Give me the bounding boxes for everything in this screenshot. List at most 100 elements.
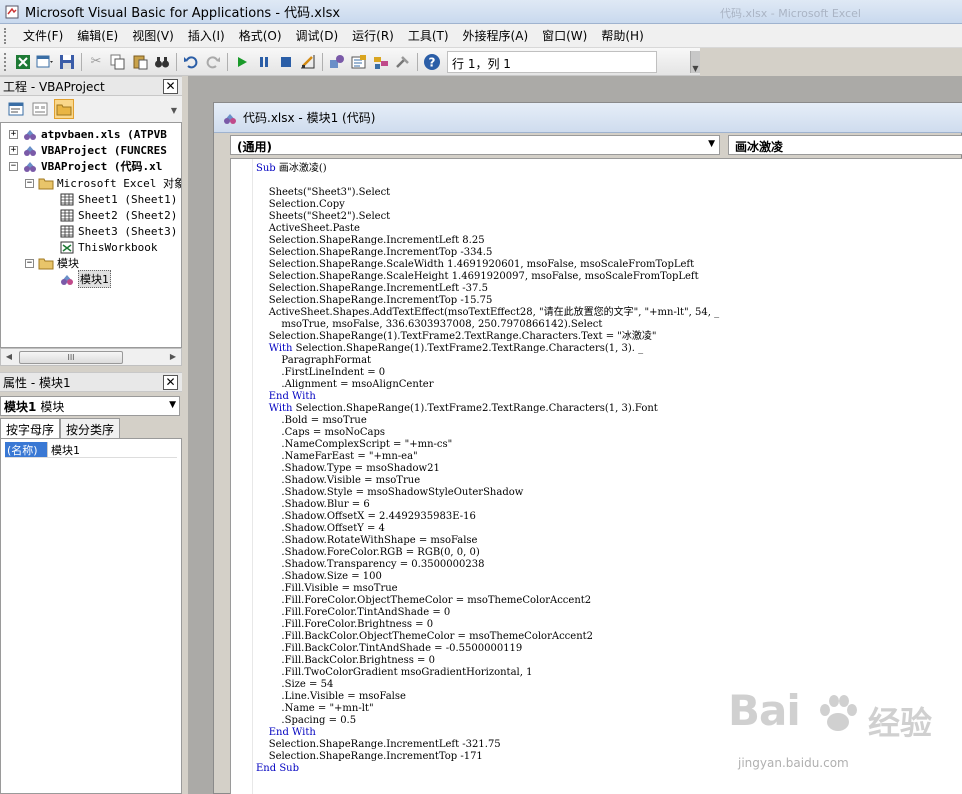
properties-object-dropdown[interactable]: 模块1 模块 ▼ bbox=[0, 396, 180, 416]
toolbar-options-grip[interactable]: ▼ bbox=[690, 51, 700, 73]
collapse-icon[interactable]: − bbox=[9, 161, 18, 171]
tree-item-sheet3[interactable]: Sheet3 (Sheet3) bbox=[59, 223, 177, 239]
help-button[interactable]: ? bbox=[421, 51, 443, 73]
code-line[interactable]: .Fill.TwoColorGradient msoGradientHorizo… bbox=[256, 667, 956, 679]
toolbox-button[interactable] bbox=[392, 51, 414, 73]
code-line[interactable]: .Shadow.Type = msoShadow21 bbox=[256, 463, 956, 475]
menu-window[interactable]: 窗口(W) bbox=[535, 27, 594, 44]
code-line[interactable]: .Spacing = 0.5 bbox=[256, 715, 956, 727]
code-line[interactable]: .NameComplexScript = "+mn-cs" bbox=[256, 439, 956, 451]
code-line[interactable]: End With bbox=[256, 391, 956, 403]
tree-item-modules[interactable]: − 模块 bbox=[25, 255, 79, 271]
tree-item-sheet1[interactable]: Sheet1 (Sheet1) bbox=[59, 191, 177, 207]
project-explorer-button[interactable] bbox=[326, 51, 348, 73]
scroll-left-icon[interactable]: ◀ bbox=[1, 349, 17, 365]
code-line[interactable]: .Fill.ForeColor.ObjectThemeColor = msoTh… bbox=[256, 595, 956, 607]
code-line[interactable]: .NameFarEast = "+mn-ea" bbox=[256, 451, 956, 463]
code-line[interactable]: End With bbox=[256, 727, 956, 739]
run-button[interactable] bbox=[231, 51, 253, 73]
save-button[interactable] bbox=[56, 51, 78, 73]
design-mode-button[interactable] bbox=[297, 51, 319, 73]
code-window-titlebar[interactable]: 代码.xlsx - 模块1 (代码) bbox=[214, 103, 962, 133]
code-line[interactable]: Selection.ShapeRange.ScaleHeight 1.46919… bbox=[256, 271, 956, 283]
code-line[interactable]: Selection.ShapeRange.IncrementTop -171 bbox=[256, 751, 956, 763]
toolbar-grip[interactable] bbox=[4, 52, 8, 71]
code-line[interactable]: .Shadow.OffsetX = 2.4492935983E-16 bbox=[256, 511, 956, 523]
menu-format[interactable]: 格式(O) bbox=[232, 27, 289, 44]
tree-item-sheet2[interactable]: Sheet2 (Sheet2) bbox=[59, 207, 177, 223]
view-object-button[interactable] bbox=[30, 99, 50, 119]
collapse-icon[interactable]: − bbox=[25, 178, 34, 188]
code-line[interactable]: ParagraphFormat bbox=[256, 355, 956, 367]
view-code-button[interactable] bbox=[6, 99, 26, 119]
code-line[interactable]: Selection.ShapeRange(1).TextFrame2.TextR… bbox=[256, 331, 956, 343]
code-margin-indicator-bar[interactable] bbox=[231, 159, 253, 794]
code-editor[interactable]: Sub 画冰激凌() Sheets("Sheet3").Select Selec… bbox=[230, 158, 962, 794]
tab-categorized[interactable]: 按分类序 bbox=[60, 418, 121, 438]
code-line[interactable]: Selection.ShapeRange.IncrementLeft -321.… bbox=[256, 739, 956, 751]
view-excel-button[interactable] bbox=[12, 51, 34, 73]
properties-window-button[interactable] bbox=[348, 51, 370, 73]
scroll-right-icon[interactable]: ▶ bbox=[165, 349, 181, 365]
toggle-folders-button[interactable] bbox=[54, 99, 74, 119]
property-value[interactable]: 模块1 bbox=[47, 442, 80, 457]
code-line[interactable]: Selection.ShapeRange.IncrementTop -334.5 bbox=[256, 247, 956, 259]
code-line[interactable]: With Selection.ShapeRange(1).TextFrame2.… bbox=[256, 403, 956, 415]
menu-addins[interactable]: 外接程序(A) bbox=[456, 27, 536, 44]
tree-item-module1[interactable]: 模块1 bbox=[59, 270, 111, 288]
code-line[interactable] bbox=[256, 175, 956, 187]
code-line[interactable]: .Shadow.Size = 100 bbox=[256, 571, 956, 583]
code-line[interactable]: .Shadow.Style = msoShadowStyleOuterShado… bbox=[256, 487, 956, 499]
find-button[interactable] bbox=[151, 51, 173, 73]
tree-item-atpvbaen[interactable]: + atpvbaen.xls (ATPVB bbox=[9, 126, 167, 142]
menu-edit[interactable]: 编辑(E) bbox=[70, 27, 125, 44]
code-line[interactable]: .Caps = msoNoCaps bbox=[256, 427, 956, 439]
project-pane-close-button[interactable]: ✕ bbox=[163, 79, 178, 94]
title-bar[interactable]: Microsoft Visual Basic for Applications … bbox=[0, 0, 962, 24]
code-line[interactable]: Sub 画冰激凌() bbox=[256, 163, 956, 175]
code-line[interactable]: Sheets("Sheet2").Select bbox=[256, 211, 956, 223]
code-line[interactable]: .FirstLineIndent = 0 bbox=[256, 367, 956, 379]
property-row[interactable]: (名称) 模块1 bbox=[5, 442, 177, 458]
menu-run[interactable]: 运行(R) bbox=[345, 27, 401, 44]
code-line[interactable]: .Bold = msoTrue bbox=[256, 415, 956, 427]
menu-help[interactable]: 帮助(H) bbox=[594, 27, 650, 44]
object-dropdown[interactable]: (通用) ▼ bbox=[230, 135, 720, 155]
copy-button[interactable] bbox=[107, 51, 129, 73]
collapse-icon[interactable]: − bbox=[25, 258, 34, 268]
code-line[interactable]: .Fill.BackColor.ObjectThemeColor = msoTh… bbox=[256, 631, 956, 643]
tree-item-code-project[interactable]: − VBAProject (代码.xl bbox=[9, 158, 162, 174]
tree-item-excel-objects[interactable]: − Microsoft Excel 对象 bbox=[25, 175, 181, 191]
code-line[interactable]: .Shadow.RotateWithShape = msoFalse bbox=[256, 535, 956, 547]
insert-userform-button[interactable] bbox=[34, 51, 56, 73]
expand-icon[interactable]: + bbox=[9, 145, 18, 155]
break-button[interactable] bbox=[253, 51, 275, 73]
menu-insert[interactable]: 插入(I) bbox=[181, 27, 232, 44]
tree-item-funcres[interactable]: + VBAProject (FUNCRES bbox=[9, 142, 167, 158]
redo-button[interactable] bbox=[202, 51, 224, 73]
expand-icon[interactable]: + bbox=[9, 129, 18, 139]
undo-button[interactable] bbox=[180, 51, 202, 73]
code-line[interactable]: msoTrue, msoFalse, 336.6303937008, 250.7… bbox=[256, 319, 956, 331]
code-line[interactable]: Sheets("Sheet3").Select bbox=[256, 187, 956, 199]
code-line[interactable]: Selection.ShapeRange.IncrementTop -15.75 bbox=[256, 295, 956, 307]
menu-file[interactable]: 文件(F) bbox=[16, 27, 70, 44]
code-line[interactable]: With Selection.ShapeRange(1).TextFrame2.… bbox=[256, 343, 956, 355]
code-line[interactable]: .Shadow.Visible = msoTrue bbox=[256, 475, 956, 487]
code-line[interactable]: Selection.ShapeRange.IncrementLeft 8.25 bbox=[256, 235, 956, 247]
code-line[interactable]: .Fill.ForeColor.TintAndShade = 0 bbox=[256, 607, 956, 619]
paste-button[interactable] bbox=[129, 51, 151, 73]
code-line[interactable]: .Fill.BackColor.Brightness = 0 bbox=[256, 655, 956, 667]
code-line[interactable]: .Shadow.Blur = 6 bbox=[256, 499, 956, 511]
menu-grip[interactable] bbox=[4, 27, 8, 44]
code-line[interactable]: Selection.ShapeRange.ScaleWidth 1.469192… bbox=[256, 259, 956, 271]
menu-debug[interactable]: 调试(D) bbox=[289, 27, 346, 44]
code-line[interactable]: ActiveSheet.Paste bbox=[256, 223, 956, 235]
code-line[interactable]: .Shadow.Transparency = 0.3500000238 bbox=[256, 559, 956, 571]
reset-button[interactable] bbox=[275, 51, 297, 73]
code-line[interactable]: End Sub bbox=[256, 763, 956, 775]
menu-view[interactable]: 视图(V) bbox=[125, 27, 181, 44]
object-browser-button[interactable] bbox=[370, 51, 392, 73]
code-line[interactable]: .Alignment = msoAlignCenter bbox=[256, 379, 956, 391]
procedure-dropdown[interactable]: 画冰激凌 bbox=[728, 135, 962, 155]
